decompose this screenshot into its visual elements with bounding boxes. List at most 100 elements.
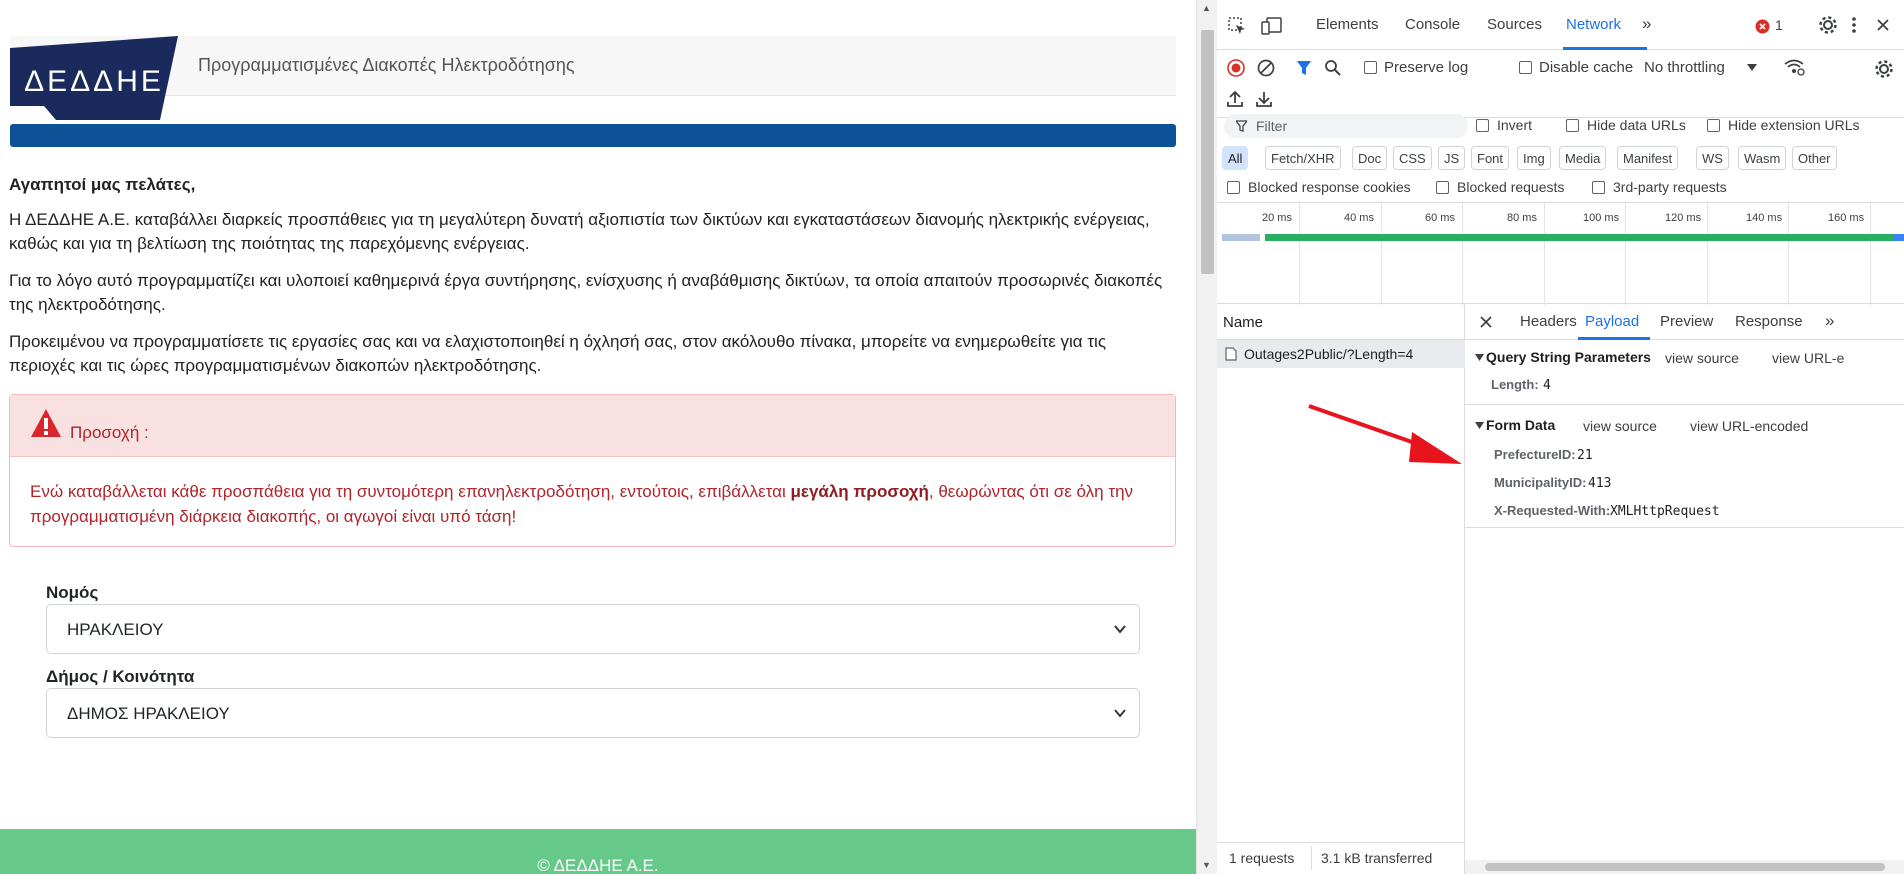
blocked-cookies-label: Blocked response cookies <box>1248 179 1411 195</box>
tab-preview[interactable]: Preview <box>1660 313 1713 330</box>
view-url-encoded-link[interactable]: view URL-e <box>1772 350 1844 366</box>
network-conditions-icon[interactable] <box>1783 58 1805 76</box>
chevron-down-icon <box>1114 709 1126 718</box>
filter-chip-fetch-xhr[interactable]: Fetch/XHR <box>1265 146 1341 170</box>
timeline-tick: 80 ms <box>1507 212 1537 224</box>
site-header <box>10 36 1176 96</box>
blocked-requests-checkbox[interactable] <box>1436 181 1449 194</box>
red-annotation-arrow <box>1308 404 1462 464</box>
tab-network[interactable]: Network <box>1566 16 1621 33</box>
timeline-tick: 120 ms <box>1665 212 1702 224</box>
throttling-select[interactable]: No throttling <box>1644 59 1725 76</box>
website-page: ΔΕΔΔΗΕ Προγραμματισμένες Διακοπές Ηλεκτρ… <box>0 0 1196 874</box>
timeline-tick: 60 ms <box>1425 212 1455 224</box>
filter-chip-media[interactable]: Media <box>1559 146 1607 170</box>
settings-gear-icon[interactable] <box>1818 15 1838 35</box>
timeline-tick: 160 ms <box>1828 212 1865 224</box>
blocked-cookies-checkbox[interactable] <box>1227 181 1240 194</box>
hide-data-urls-checkbox[interactable] <box>1566 119 1579 132</box>
scrollbar-thumb[interactable] <box>1201 30 1214 274</box>
filter-chip-js[interactable]: JS <box>1438 146 1466 170</box>
timeline-tick: 140 ms <box>1746 212 1783 224</box>
scroll-up-icon[interactable]: ▲ <box>1202 3 1211 13</box>
form-key-requested-with: X-Requested-With: <box>1494 503 1611 518</box>
third-party-label: 3rd-party requests <box>1613 179 1727 195</box>
alert-header: Προσοχή : <box>10 395 1175 457</box>
inspect-element-icon[interactable] <box>1227 16 1247 36</box>
close-detail-icon[interactable] <box>1480 316 1492 328</box>
warning-alert: Προσοχή : Ενώ καταβάλλεται κάθε προσπάθε… <box>9 394 1176 547</box>
filter-chip-all[interactable]: All <box>1222 146 1249 170</box>
intro-paragraph-1: Η ΔΕΔΔΗΕ Α.Ε. καταβάλλει διαρκείς προσπά… <box>9 210 1150 253</box>
alert-text-1: Ενώ καταβάλλεται κάθε προσπάθεια για τη … <box>30 482 791 501</box>
filter-icon <box>1236 120 1247 132</box>
detail-tab-bar: Headers Payload Preview Response » <box>1465 304 1904 340</box>
tab-response[interactable]: Response <box>1735 313 1803 330</box>
scroll-down-icon[interactable]: ▼ <box>1202 860 1211 870</box>
filter-chip-manifest[interactable]: Manifest <box>1617 146 1679 170</box>
network-settings-gear-icon[interactable] <box>1874 59 1894 79</box>
form-value-requested-with: XMLHttpRequest <box>1610 504 1720 519</box>
horizontal-scrollbar[interactable] <box>1465 860 1904 874</box>
site-title: Προγραμματισμένες Διακοπές Ηλεκτροδότηση… <box>198 55 575 75</box>
request-count: 1 requests <box>1229 850 1295 866</box>
filter-input[interactable]: Filter <box>1224 114 1468 138</box>
hide-data-urls-label: Hide data URLs <box>1587 117 1686 133</box>
scrollbar-thumb[interactable] <box>1485 863 1885 871</box>
name-column-header[interactable]: Name <box>1217 304 1465 340</box>
more-detail-tabs-icon[interactable]: » <box>1825 311 1834 331</box>
export-har-icon[interactable] <box>1256 90 1272 108</box>
timeline-bar-request <box>1265 234 1893 241</box>
view-source-link[interactable]: view source <box>1583 418 1657 434</box>
tab-headers[interactable]: Headers <box>1520 313 1577 330</box>
tab-payload[interactable]: Payload <box>1585 313 1639 330</box>
third-party-checkbox[interactable] <box>1592 181 1605 194</box>
query-string-params-title[interactable]: Query String Parameters <box>1486 349 1651 365</box>
dropdown-arrow-icon[interactable] <box>1747 64 1757 72</box>
tab-console[interactable]: Console <box>1405 16 1460 33</box>
hide-extension-urls-label: Hide extension URLs <box>1728 117 1860 133</box>
prefecture-select[interactable]: ΗΡΑΚΛΕΙΟΥ <box>46 604 1140 654</box>
municipality-select[interactable]: ΔΗΜΟΣ ΗΡΑΚΛΕΙΟΥ <box>46 688 1140 738</box>
preserve-log-checkbox[interactable] <box>1364 61 1377 74</box>
filter-chip-other[interactable]: Other <box>1792 146 1837 170</box>
more-tabs-icon[interactable]: » <box>1642 14 1651 34</box>
collapse-triangle-icon[interactable] <box>1475 353 1484 362</box>
search-icon[interactable] <box>1324 59 1342 77</box>
device-toolbar-icon[interactable] <box>1261 16 1283 36</box>
filter-chip-img[interactable]: Img <box>1517 146 1551 170</box>
hide-extension-urls-checkbox[interactable] <box>1707 119 1720 132</box>
filter-chip-ws[interactable]: WS <box>1696 146 1729 170</box>
request-row[interactable]: Outages2Public/?Length=4 <box>1217 340 1465 368</box>
intro-text: Αγαπητοί μας πελάτες, Η ΔΕΔΔΗΕ Α.Ε. κατα… <box>9 173 1174 391</box>
view-source-link[interactable]: view source <box>1665 350 1739 366</box>
error-icon[interactable] <box>1755 19 1770 34</box>
more-options-icon[interactable] <box>1851 16 1857 34</box>
page-scrollbar[interactable]: ▲ ▼ <box>1196 0 1217 874</box>
import-har-icon[interactable] <box>1227 90 1243 108</box>
devtools-panel: Elements Console Sources Network » 1 Pre… <box>1217 0 1904 874</box>
logo-text: ΔΕΔΔΗΕ <box>24 65 164 98</box>
tab-elements[interactable]: Elements <box>1316 16 1379 33</box>
record-stop-icon[interactable] <box>1227 59 1245 77</box>
deddie-logo[interactable]: ΔΕΔΔΗΕ <box>10 36 178 120</box>
collapse-triangle-icon[interactable] <box>1475 421 1484 430</box>
filter-chip-wasm[interactable]: Wasm <box>1738 146 1787 170</box>
tab-sources[interactable]: Sources <box>1487 16 1542 33</box>
filter-funnel-icon[interactable] <box>1296 59 1312 77</box>
clear-icon[interactable] <box>1257 59 1275 77</box>
view-url-encoded-link[interactable]: view URL-encoded <box>1690 418 1808 434</box>
devtools-tab-bar: Elements Console Sources Network » 1 <box>1217 0 1904 50</box>
timeline-tick: 40 ms <box>1344 212 1374 224</box>
invert-checkbox[interactable] <box>1476 119 1489 132</box>
disable-cache-checkbox[interactable] <box>1519 61 1532 74</box>
filter-chip-font[interactable]: Font <box>1471 146 1510 170</box>
filter-chip-css[interactable]: CSS <box>1393 146 1432 170</box>
chevron-down-icon <box>1114 625 1126 634</box>
filter-chip-doc[interactable]: Doc <box>1352 146 1388 170</box>
footer-copyright: © ΔΕΔΔΗΕ Α.Ε. <box>537 856 659 874</box>
error-count[interactable]: 1 <box>1775 17 1783 33</box>
close-devtools-icon[interactable] <box>1876 18 1890 32</box>
network-timeline-overview[interactable]: 20 ms 40 ms 60 ms 80 ms 100 ms 120 ms 14… <box>1217 202 1904 305</box>
form-data-title[interactable]: Form Data <box>1486 417 1555 433</box>
